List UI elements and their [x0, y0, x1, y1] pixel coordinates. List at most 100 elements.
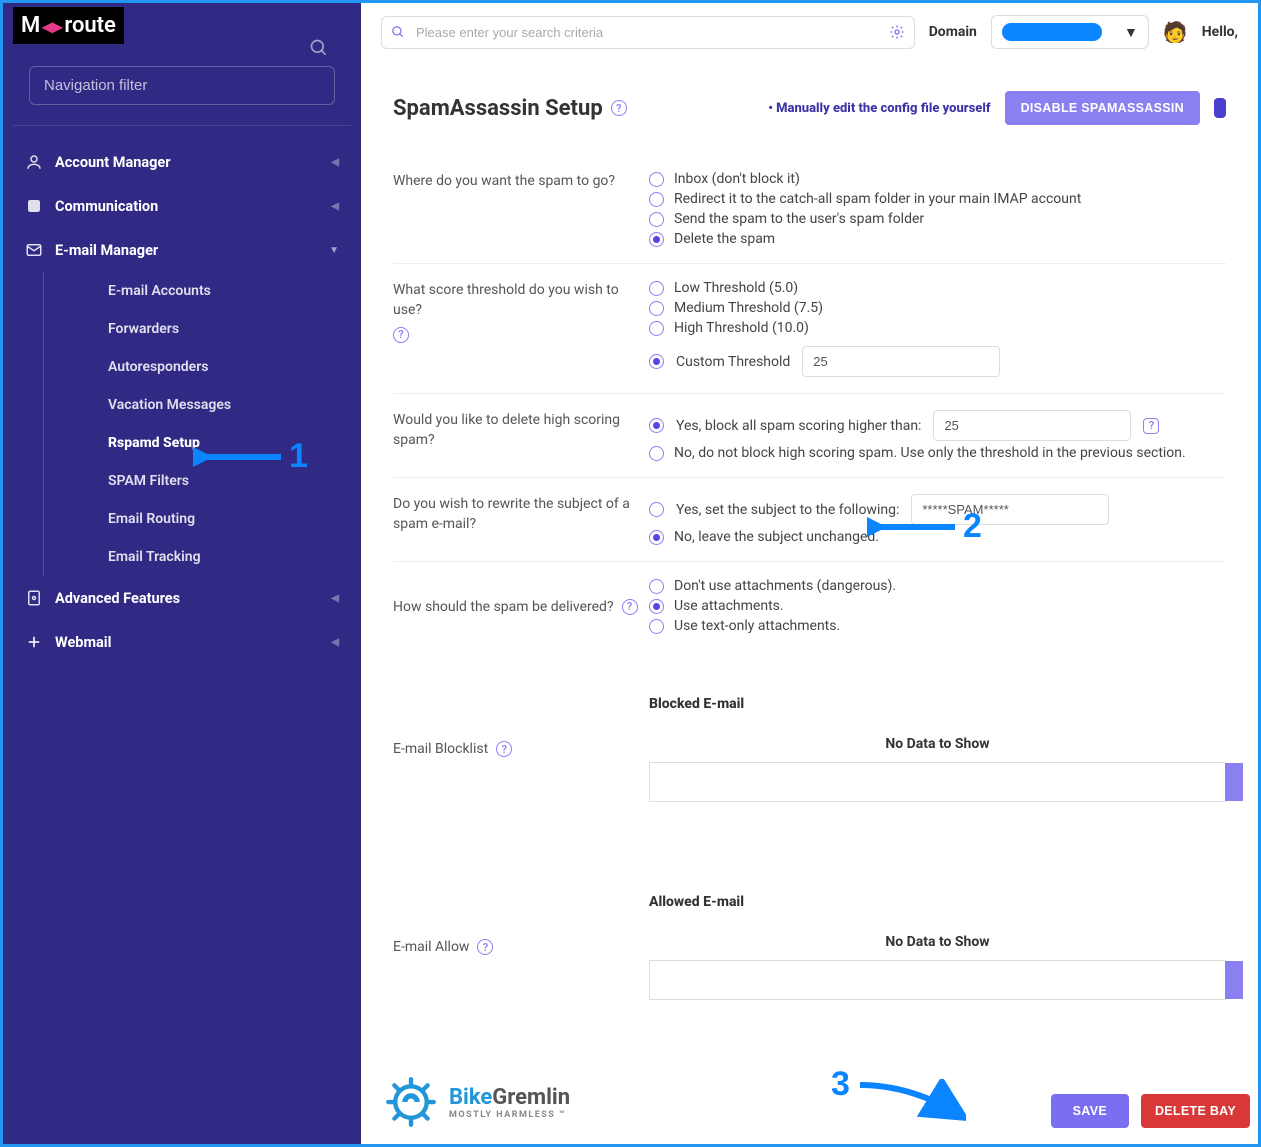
subject-input[interactable]	[911, 494, 1109, 525]
radio-rewrite-no[interactable]	[649, 530, 664, 545]
main-content: SpamAssassin Setup ? • Manually edit the…	[361, 61, 1258, 1144]
tools-icon	[25, 589, 55, 607]
topbar: Domain ▼ 🧑 Hello,	[361, 3, 1258, 61]
sidebar-item-label: Webmail	[55, 634, 111, 651]
radio-custom-threshold[interactable]	[649, 354, 664, 369]
plus-icon	[25, 633, 55, 651]
sidebar-item-advanced-features[interactable]: Advanced Features ◀	[3, 576, 361, 620]
sidebar-sub-rspamd-setup[interactable]: Rspamd Setup	[98, 424, 361, 462]
radio-use-attachments[interactable]	[649, 599, 664, 614]
radio-label: Yes, block all spam scoring higher than:	[676, 418, 921, 434]
radio-block-high-no[interactable]	[649, 446, 664, 461]
radio-label: Yes, set the subject to the following:	[676, 502, 899, 518]
label-delivery: How should the spam be delivered?	[393, 597, 614, 617]
radio-label: Use text-only attachments.	[674, 618, 840, 634]
help-icon[interactable]: ?	[393, 327, 409, 343]
footer-brand: BikeGremlin MOSTLY HARMLESS ™	[383, 1074, 570, 1130]
radio-no-attachments[interactable]	[649, 579, 664, 594]
sidebar: M ◂▸ route Account Manager ◀ Communicati…	[3, 3, 361, 1144]
sidebar-item-account-manager[interactable]: Account Manager ◀	[3, 140, 361, 184]
radio-delete[interactable]	[649, 232, 664, 247]
sidebar-item-webmail[interactable]: Webmail ◀	[3, 620, 361, 664]
help-icon[interactable]: ?	[496, 741, 512, 757]
email-manager-submenu: E-mail Accounts Forwarders Autoresponder…	[43, 272, 361, 576]
logo-accent-icon: ◂▸	[42, 14, 62, 38]
sidebar-item-label: Communication	[55, 198, 158, 215]
label-allowlist: E-mail Allow	[393, 939, 469, 955]
badge-icon	[25, 197, 55, 215]
sidebar-sub-email-accounts[interactable]: E-mail Accounts	[98, 272, 361, 310]
search-icon	[309, 38, 329, 62]
logo-m: M	[21, 13, 40, 38]
sidebar-sub-forwarders[interactable]: Forwarders	[98, 310, 361, 348]
gear-icon[interactable]	[889, 24, 905, 44]
search-icon	[391, 25, 405, 43]
sidebar-item-label: Account Manager	[55, 154, 171, 171]
blocklist-empty: No Data to Show	[649, 736, 1226, 752]
brand-tagline: MOSTLY HARMLESS ™	[449, 1110, 570, 1120]
allowlist-input-bar[interactable]	[649, 960, 1226, 1000]
domain-value-redacted	[1002, 23, 1102, 41]
sidebar-sub-vacation-messages[interactable]: Vacation Messages	[98, 386, 361, 424]
radio-medium-threshold[interactable]	[649, 301, 664, 316]
blocklist-input-bar[interactable]	[649, 762, 1226, 802]
search-input[interactable]	[381, 16, 915, 49]
sidebar-sub-email-tracking[interactable]: Email Tracking	[98, 538, 361, 576]
help-icon[interactable]: ?	[477, 939, 493, 955]
delete-bay-button[interactable]: DELETE BAY	[1141, 1094, 1250, 1128]
disable-spamassassin-button[interactable]: DISABLE SPAMASSASSIN	[1005, 91, 1200, 125]
radio-label: Use attachments.	[674, 598, 784, 614]
radio-high-threshold[interactable]	[649, 321, 664, 336]
extra-action-button[interactable]	[1214, 98, 1226, 118]
avatar-icon[interactable]: 🧑	[1163, 20, 1188, 44]
domain-label: Domain	[929, 24, 977, 40]
radio-label: Delete the spam	[674, 231, 775, 247]
radio-label: No, do not block high scoring spam. Use …	[674, 445, 1186, 461]
allowlist-add-handle[interactable]	[1225, 961, 1243, 999]
sidebar-sub-spam-filters[interactable]: SPAM Filters	[98, 462, 361, 500]
help-icon[interactable]: ?	[622, 599, 638, 615]
chevron-left-icon: ◀	[331, 637, 339, 648]
radio-label: Medium Threshold (7.5)	[674, 300, 823, 316]
allowlist-empty: No Data to Show	[649, 934, 1226, 950]
radio-text-attachments[interactable]	[649, 619, 664, 634]
hello-text: Hello,	[1202, 24, 1238, 40]
blocklist-add-handle[interactable]	[1225, 763, 1243, 801]
sidebar-item-label: E-mail Manager	[55, 242, 158, 259]
radio-block-high-yes[interactable]	[649, 418, 664, 433]
radio-user-folder[interactable]	[649, 212, 664, 227]
sidebar-item-communication[interactable]: Communication ◀	[3, 184, 361, 228]
sidebar-sub-autoresponders[interactable]: Autoresponders	[98, 348, 361, 386]
radio-rewrite-yes[interactable]	[649, 502, 664, 517]
radio-label: Inbox (don't block it)	[674, 171, 800, 187]
radio-label: Redirect it to the catch-all spam folder…	[674, 191, 1081, 207]
block-score-input[interactable]	[933, 410, 1131, 441]
domain-select[interactable]: ▼	[991, 15, 1149, 49]
radio-low-threshold[interactable]	[649, 281, 664, 296]
gear-logo-icon	[383, 1074, 439, 1130]
sidebar-sub-email-routing[interactable]: Email Routing	[98, 500, 361, 538]
brand-logo: M ◂▸ route	[13, 7, 124, 44]
radio-label: High Threshold (10.0)	[674, 320, 809, 336]
heading-blocked: Blocked E-mail	[649, 696, 1226, 712]
chevron-left-icon: ◀	[331, 593, 339, 604]
radio-label: Don't use attachments (dangerous).	[674, 578, 896, 594]
help-icon[interactable]: ?	[1143, 418, 1159, 434]
radio-inbox[interactable]	[649, 172, 664, 187]
label-spam-destination: Where do you want the spam to go?	[393, 169, 649, 249]
help-icon[interactable]: ?	[611, 100, 627, 116]
chevron-left-icon: ◀	[331, 157, 339, 168]
radio-redirect[interactable]	[649, 192, 664, 207]
chevron-down-icon: ▼	[1124, 24, 1138, 41]
label-high-scoring: Would you like to delete high scoring sp…	[393, 408, 649, 463]
navigation-filter-input[interactable]	[29, 66, 335, 105]
manual-edit-link[interactable]: • Manually edit the config file yourself	[768, 101, 990, 116]
sidebar-item-email-manager[interactable]: E-mail Manager ▼	[3, 228, 361, 272]
mail-icon	[25, 241, 55, 259]
label-rewrite-subject: Do you wish to rewrite the subject of a …	[393, 492, 649, 547]
chevron-left-icon: ◀	[331, 201, 339, 212]
save-button[interactable]: SAVE	[1051, 1094, 1129, 1128]
label-threshold: What score threshold do you wish to use?	[393, 280, 649, 321]
brand-gremlin: Gremlin	[492, 1085, 570, 1110]
custom-threshold-input[interactable]	[802, 346, 1000, 377]
